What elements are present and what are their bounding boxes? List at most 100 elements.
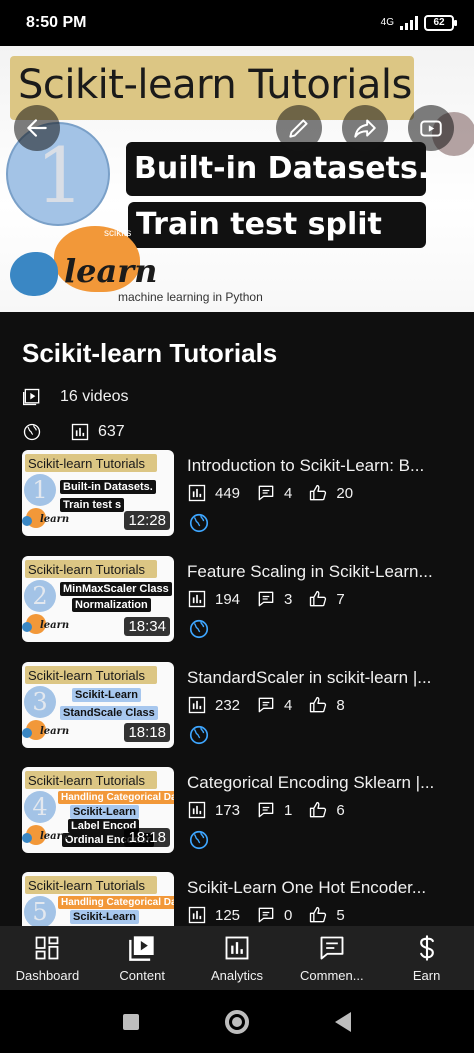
recent-apps-button[interactable] [123,1013,139,1030]
thumb-learn-text: learn [40,726,70,737]
logo-learn-text: learn [64,252,158,290]
network-label: 4G [380,17,394,28]
battery-icon: 62 [424,15,457,31]
thumb-number: 2 [24,580,56,612]
video-count-row: 16 videos [22,387,129,407]
video-title[interactable]: Feature Scaling in Scikit-Learn... [187,562,457,582]
nav-earn[interactable]: Earn [379,926,474,990]
thumb-chip: Train test s [60,498,125,512]
thumb-number: 4 [24,791,56,823]
comment-icon [258,485,274,501]
analytics-icon [225,936,249,960]
thumb-band-text: Scikit-learn Tutorials [28,878,146,893]
thumbs-up-icon [310,484,327,501]
video-likes: 5 [336,906,345,924]
nav-comments[interactable]: Commen... [284,926,379,990]
playlist-icon [23,388,40,406]
nav-label: Content [119,968,165,983]
nav-label: Analytics [210,968,263,983]
video-item[interactable]: Scikit-learn Tutorials 1 Built-in Datase… [0,450,474,540]
status-time: 8:50 PM [26,14,87,31]
edit-button[interactable] [276,105,322,151]
video-stats: 173 1 6 [187,800,345,820]
video-list[interactable]: Scikit-learn Tutorials 1 Built-in Datase… [0,450,474,926]
video-stats: 125 0 5 [187,905,345,925]
nav-label: Dashboard [15,968,80,983]
youtube-play-icon [420,120,442,137]
sklearn-logo-blue [10,252,58,296]
thumb-learn-text: learn [40,514,70,525]
thumb-chip: StandScale Class [60,706,158,720]
globe-icon [189,513,209,533]
video-title[interactable]: Scikit-Learn One Hot Encoder... [187,878,457,898]
status-indicators: 4G 62 [380,15,457,31]
video-thumbnail[interactable]: Scikit-learn Tutorials 2 MinMaxScaler Cl… [22,556,174,642]
system-back-button[interactable] [335,1011,351,1032]
playlist-banner: Scikit-learn Tutorials 1 Built-in Datase… [0,46,474,312]
thumbs-up-icon [310,696,327,713]
playlist-stats-row: 637 [22,422,125,442]
comment-icon [258,802,274,818]
views-chart-icon [188,590,206,608]
video-title[interactable]: Categorical Encoding Sklearn |... [187,773,457,793]
video-likes: 6 [336,801,345,819]
video-item[interactable]: Scikit-learn Tutorials 5 Handling Catego… [0,872,474,926]
video-thumbnail[interactable]: Scikit-learn Tutorials 1 Built-in Datase… [22,450,174,536]
status-bar: 8:50 PM 4G 62 [0,0,474,46]
view-on-youtube-button[interactable] [408,105,454,151]
video-likes: 8 [336,696,345,714]
video-comments: 4 [284,696,293,714]
share-button[interactable] [342,105,388,151]
video-title[interactable]: Introduction to Scikit-Learn: B... [187,456,457,476]
home-button[interactable] [225,1009,249,1034]
comments-icon [320,936,344,960]
video-title[interactable]: StandardScaler in scikit-learn |... [187,668,457,688]
logo-scikits-text: scikits [104,228,132,239]
video-count: 16 videos [60,388,129,405]
thumb-number: 5 [24,896,56,926]
comment-icon [258,907,274,923]
back-button[interactable] [14,105,60,151]
video-comments: 0 [284,906,293,924]
thumb-learn-text: learn [40,620,70,631]
thumb-logo-blue [22,516,32,526]
thumb-chip: Built-in Datasets. [60,480,156,494]
views-chart-icon [188,906,206,924]
playlist-title: Scikit-learn Tutorials [22,338,278,368]
video-duration: 18:18 [124,828,170,847]
nav-content[interactable]: Content [95,926,190,990]
video-item[interactable]: Scikit-learn Tutorials 2 MinMaxScaler Cl… [0,556,474,646]
globe-icon [189,725,209,745]
video-thumbnail[interactable]: Scikit-learn Tutorials 4 Handling Catego… [22,767,174,853]
banner-title: Scikit-learn Tutorials [18,62,412,108]
share-icon [354,119,376,138]
thumbs-up-icon [310,801,327,818]
video-item[interactable]: Scikit-learn Tutorials 4 Handling Catego… [0,767,474,857]
video-duration: 18:18 [124,723,170,742]
banner-line-2: Train test split [128,202,426,248]
comment-icon [258,591,274,607]
dashboard-icon [36,936,59,960]
thumbs-up-icon [310,906,327,923]
video-views: 173 [215,801,241,819]
content-icon [129,936,154,961]
video-duration: 18:34 [124,617,170,636]
pencil-icon [289,119,308,138]
video-views: 125 [215,906,241,924]
video-views: 232 [215,696,241,714]
battery-level: 62 [433,17,445,28]
video-thumbnail[interactable]: Scikit-learn Tutorials 3 Scikit-Learn St… [22,662,174,748]
nav-dashboard[interactable]: Dashboard [0,926,95,990]
video-likes: 20 [336,484,354,502]
video-thumbnail[interactable]: Scikit-learn Tutorials 5 Handling Catego… [22,872,174,926]
nav-label: Commen... [300,968,364,983]
system-navigation-bar [0,990,474,1053]
thumb-number: 1 [24,474,56,506]
comment-icon [258,697,274,713]
video-views: 194 [215,590,241,608]
video-likes: 7 [336,590,345,608]
earn-dollar-icon [419,935,434,961]
nav-analytics[interactable]: Analytics [190,926,285,990]
video-item[interactable]: Scikit-learn Tutorials 3 Scikit-Learn St… [0,662,474,752]
video-comments: 3 [284,590,293,608]
